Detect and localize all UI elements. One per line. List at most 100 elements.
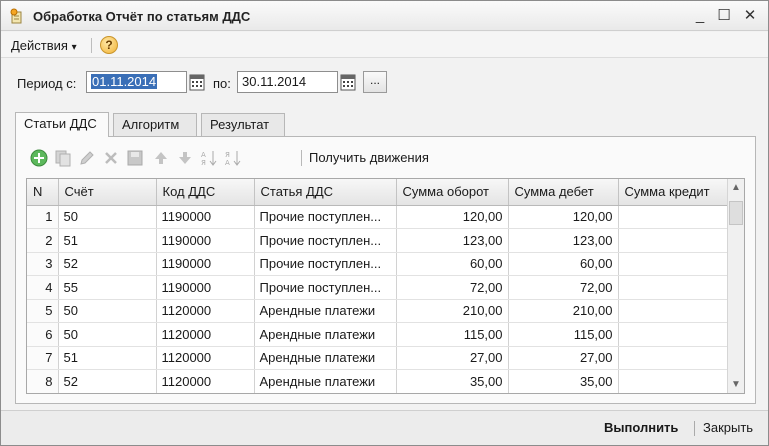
code-cell[interactable]: 1120000 [156, 346, 255, 370]
tab-result[interactable]: Результат [201, 113, 285, 136]
debit-cell[interactable]: 123,00 [508, 228, 619, 253]
column-header-debit[interactable]: Сумма дебет [508, 179, 619, 206]
code-cell[interactable]: 1190000 [156, 205, 255, 229]
credit-cell[interactable] [618, 228, 729, 253]
calendar-icon[interactable] [189, 73, 205, 91]
table-row[interactable]: 8 52 1120000 Арендные платежи 35,00 35,0… [27, 369, 729, 393]
code-cell[interactable]: 1120000 [156, 322, 255, 347]
code-cell[interactable]: 1120000 [156, 299, 255, 323]
code-cell[interactable]: 1120000 [156, 369, 255, 393]
turnover-cell[interactable]: 123,00 [396, 228, 509, 253]
account-cell[interactable]: 51 [58, 346, 157, 370]
sort-asc-icon[interactable]: A Я [200, 149, 218, 167]
turnover-cell[interactable]: 60,00 [396, 252, 509, 276]
article-cell[interactable]: Прочие поступлен... [254, 275, 397, 300]
debit-cell[interactable]: 35,00 [508, 369, 619, 393]
period-from-field[interactable]: 01.11.2014 [86, 71, 187, 93]
column-header-n[interactable]: N [27, 179, 59, 206]
credit-cell[interactable] [618, 322, 729, 347]
debit-cell[interactable]: 60,00 [508, 252, 619, 276]
account-cell[interactable]: 52 [58, 369, 157, 393]
article-cell[interactable]: Прочие поступлен... [254, 205, 397, 229]
row-number: 7 [27, 346, 59, 370]
move-down-icon[interactable] [176, 149, 194, 167]
app-icon [10, 8, 22, 24]
table-row[interactable]: 6 50 1120000 Арендные платежи 115,00 115… [27, 322, 729, 347]
row-number: 6 [27, 322, 59, 347]
column-header-turnover[interactable]: Сумма оборот [396, 179, 509, 206]
sort-desc-icon[interactable]: Я A [224, 149, 242, 167]
code-cell[interactable]: 1190000 [156, 275, 255, 300]
svg-text:Я: Я [201, 159, 206, 167]
debit-cell[interactable]: 27,00 [508, 346, 619, 370]
table-row[interactable]: 4 55 1190000 Прочие поступлен... 72,00 7… [27, 275, 729, 300]
column-header-credit[interactable]: Сумма кредит [618, 179, 729, 206]
code-cell[interactable]: 1190000 [156, 228, 255, 253]
turnover-cell[interactable]: 115,00 [396, 322, 509, 347]
table-row[interactable]: 5 50 1120000 Арендные платежи 210,00 210… [27, 299, 729, 323]
get-movements-button[interactable]: Получить движения [309, 150, 429, 165]
minimize-button[interactable]: _ [690, 6, 710, 26]
account-cell[interactable]: 50 [58, 322, 157, 347]
column-header-article[interactable]: Статья ДДС [254, 179, 397, 206]
save-icon[interactable] [126, 149, 144, 167]
tab-articles[interactable]: Статьи ДДС [15, 112, 109, 137]
account-cell[interactable]: 50 [58, 299, 157, 323]
help-icon[interactable]: ? [100, 36, 118, 54]
debit-cell[interactable]: 210,00 [508, 299, 619, 323]
article-cell[interactable]: Арендные платежи [254, 299, 397, 323]
debit-cell[interactable]: 72,00 [508, 275, 619, 300]
edit-icon[interactable] [78, 149, 96, 167]
credit-cell[interactable] [618, 346, 729, 370]
title-bar: Обработка Отчёт по статьям ДДС _ ☐ ✕ [1, 1, 768, 31]
article-cell[interactable]: Арендные платежи [254, 346, 397, 370]
delete-icon[interactable] [102, 149, 120, 167]
move-up-icon[interactable] [152, 149, 170, 167]
debit-cell[interactable]: 115,00 [508, 322, 619, 347]
credit-cell[interactable] [618, 205, 729, 229]
scroll-down-icon[interactable]: ▼ [728, 376, 744, 393]
scroll-up-icon[interactable]: ▲ [728, 179, 744, 196]
code-cell[interactable]: 1190000 [156, 252, 255, 276]
actions-menu[interactable]: Действия ▾ [11, 38, 77, 53]
row-number: 8 [27, 369, 59, 393]
turnover-cell[interactable]: 35,00 [396, 369, 509, 393]
article-cell[interactable]: Арендные платежи [254, 322, 397, 347]
article-cell[interactable]: Прочие поступлен... [254, 228, 397, 253]
credit-cell[interactable] [618, 369, 729, 393]
period-to-field[interactable]: 30.11.2014 [237, 71, 338, 93]
credit-cell[interactable] [618, 252, 729, 276]
column-header-code[interactable]: Код ДДС [156, 179, 255, 206]
account-cell[interactable]: 51 [58, 228, 157, 253]
turnover-cell[interactable]: 72,00 [396, 275, 509, 300]
maximize-button[interactable]: ☐ [714, 6, 734, 26]
account-cell[interactable]: 55 [58, 275, 157, 300]
table-row[interactable]: 3 52 1190000 Прочие поступлен... 60,00 6… [27, 252, 729, 276]
add-icon[interactable] [30, 149, 48, 167]
scroll-thumb[interactable] [729, 201, 743, 225]
tab-algorithm[interactable]: Алгоритм [113, 113, 197, 136]
turnover-cell[interactable]: 210,00 [396, 299, 509, 323]
turnover-cell[interactable]: 27,00 [396, 346, 509, 370]
debit-cell[interactable]: 120,00 [508, 205, 619, 229]
copy-icon[interactable] [54, 149, 72, 167]
account-cell[interactable]: 50 [58, 205, 157, 229]
table-row[interactable]: 1 50 1190000 Прочие поступлен... 120,00 … [27, 205, 729, 229]
run-button[interactable]: Выполнить [604, 420, 678, 435]
svg-text:Я: Я [225, 151, 230, 159]
period-select-button[interactable]: ... [363, 71, 387, 93]
row-number: 3 [27, 252, 59, 276]
account-cell[interactable]: 52 [58, 252, 157, 276]
calendar-icon[interactable] [340, 73, 356, 91]
table-row[interactable]: 2 51 1190000 Прочие поступлен... 123,00 … [27, 228, 729, 253]
close-button[interactable]: Закрыть [703, 420, 753, 435]
article-cell[interactable]: Арендные платежи [254, 369, 397, 393]
credit-cell[interactable] [618, 275, 729, 300]
close-window-button[interactable]: ✕ [740, 6, 760, 26]
column-header-account[interactable]: Счёт [58, 179, 157, 206]
article-cell[interactable]: Прочие поступлен... [254, 252, 397, 276]
credit-cell[interactable] [618, 299, 729, 323]
vertical-scrollbar[interactable]: ▲ ▼ [727, 179, 744, 393]
turnover-cell[interactable]: 120,00 [396, 205, 509, 229]
table-row[interactable]: 7 51 1120000 Арендные платежи 27,00 27,0… [27, 346, 729, 370]
